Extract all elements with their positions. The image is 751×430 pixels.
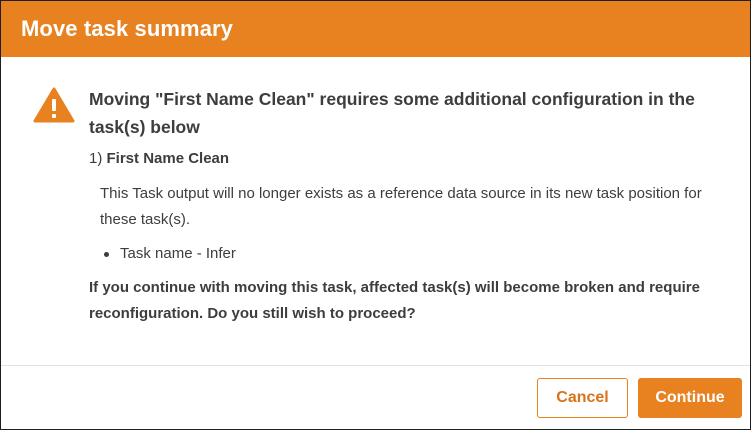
- dialog-title: Move task summary: [21, 16, 234, 41]
- proceed-question: If you continue with moving this task, a…: [89, 279, 700, 322]
- task-description: This Task output will no longer exists a…: [100, 185, 702, 228]
- affected-task-list: Task name - Infer: [100, 242, 236, 266]
- dialog-footer: Cancel Continue: [1, 366, 750, 429]
- move-task-summary-dialog: Move task summary Moving "First Name Cle…: [0, 0, 751, 430]
- affected-task-name: Task name - Infer: [120, 245, 236, 262]
- move-message: Moving "First Name Clean" requires some …: [89, 89, 695, 137]
- dialog-header: Move task summary: [1, 1, 750, 57]
- warning-triangle-icon: [33, 87, 75, 123]
- dialog-body: Moving "First Name Clean" requires some …: [1, 57, 750, 365]
- cancel-button[interactable]: Cancel: [537, 378, 628, 418]
- list-item: Task name - Infer: [100, 242, 236, 266]
- task-number: 1): [89, 150, 103, 167]
- task-name: First Name Clean: [106, 150, 230, 167]
- continue-button[interactable]: Continue: [638, 378, 742, 418]
- bullet-icon: [104, 251, 109, 257]
- task-entry: 1) First Name Clean: [89, 150, 229, 167]
